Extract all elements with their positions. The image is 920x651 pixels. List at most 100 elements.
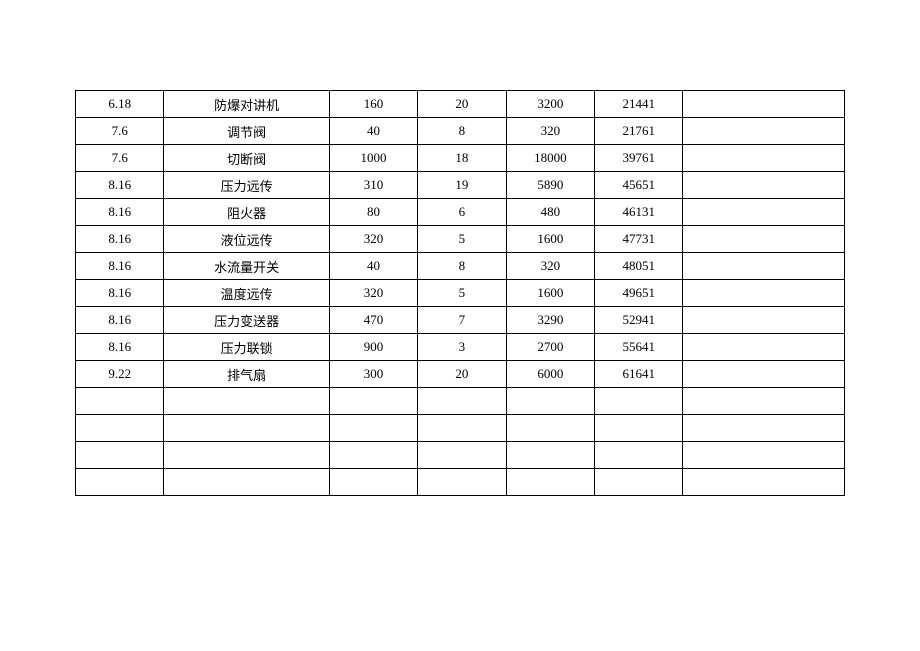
table-cell [683,118,845,145]
table-cell: 40 [329,253,417,280]
table-cell: 1600 [506,226,594,253]
table-cell: 液位远传 [164,226,329,253]
table-cell [683,253,845,280]
table-cell: 5890 [506,172,594,199]
table-cell: 8.16 [76,199,164,226]
table-cell: 20 [418,361,506,388]
table-cell: 5 [418,226,506,253]
table-cell: 3 [418,334,506,361]
table-cell [76,442,164,469]
table-row [76,415,845,442]
table-cell [418,469,506,496]
table-cell [329,415,417,442]
table-cell [595,388,683,415]
table-cell: 320 [506,118,594,145]
table-cell: 19 [418,172,506,199]
table-cell: 48051 [595,253,683,280]
table-cell [164,442,329,469]
table-cell: 7.6 [76,118,164,145]
data-table: 6.18防爆对讲机160203200214417.6调节阀40832021761… [75,90,845,496]
table-cell: 7.6 [76,145,164,172]
table-cell [683,469,845,496]
table-row [76,388,845,415]
table-cell: 21761 [595,118,683,145]
table-cell [164,469,329,496]
table-cell: 3200 [506,91,594,118]
table-cell: 1000 [329,145,417,172]
table-row: 8.16压力远传31019589045651 [76,172,845,199]
table-cell [683,172,845,199]
table-cell [418,388,506,415]
table-cell: 阻火器 [164,199,329,226]
table-cell: 20 [418,91,506,118]
table-cell: 温度远传 [164,280,329,307]
table-cell: 6.18 [76,91,164,118]
table-body: 6.18防爆对讲机160203200214417.6调节阀40832021761… [76,91,845,496]
table-row: 9.22排气扇30020600061641 [76,361,845,388]
table-cell: 61641 [595,361,683,388]
table-cell: 320 [329,226,417,253]
table-cell: 1600 [506,280,594,307]
table-cell [329,469,417,496]
table-cell: 6 [418,199,506,226]
table-cell: 52941 [595,307,683,334]
table-cell [506,442,594,469]
table-cell: 6000 [506,361,594,388]
table-cell [683,307,845,334]
table-cell: 300 [329,361,417,388]
table-cell: 8 [418,118,506,145]
table-cell: 49651 [595,280,683,307]
table-cell: 8.16 [76,280,164,307]
table-cell: 3290 [506,307,594,334]
table-cell [683,388,845,415]
table-cell [683,361,845,388]
table-cell: 切断阀 [164,145,329,172]
table-cell [329,442,417,469]
table-cell [329,388,417,415]
table-cell [595,415,683,442]
table-cell [76,388,164,415]
table-cell: 18000 [506,145,594,172]
table-cell [683,415,845,442]
table-cell [164,415,329,442]
table-cell: 40 [329,118,417,145]
table-cell: 8.16 [76,307,164,334]
table-cell: 压力变送器 [164,307,329,334]
table-cell: 46131 [595,199,683,226]
table-cell [506,388,594,415]
table-cell: 防爆对讲机 [164,91,329,118]
table-cell [683,199,845,226]
table-row: 8.16水流量开关40832048051 [76,253,845,280]
table-cell: 水流量开关 [164,253,329,280]
table-cell: 压力远传 [164,172,329,199]
table-cell [595,442,683,469]
table-row: 8.16温度远传3205160049651 [76,280,845,307]
table-cell: 47731 [595,226,683,253]
table-row: 7.6调节阀40832021761 [76,118,845,145]
table-row: 8.16压力联锁9003270055641 [76,334,845,361]
table-cell: 160 [329,91,417,118]
table-row: 8.16阻火器80648046131 [76,199,845,226]
table-cell: 排气扇 [164,361,329,388]
table-row: 8.16液位远传3205160047731 [76,226,845,253]
table-row [76,442,845,469]
table-row [76,469,845,496]
table-cell: 320 [506,253,594,280]
table-row: 6.18防爆对讲机16020320021441 [76,91,845,118]
table-cell: 8.16 [76,172,164,199]
table-cell: 8.16 [76,334,164,361]
table-cell [418,442,506,469]
table-cell: 320 [329,280,417,307]
table-cell: 8 [418,253,506,280]
table-cell [506,415,594,442]
table-cell: 压力联锁 [164,334,329,361]
table-cell: 80 [329,199,417,226]
table-cell: 8.16 [76,226,164,253]
table-row: 8.16压力变送器4707329052941 [76,307,845,334]
table-cell: 470 [329,307,417,334]
table-cell: 18 [418,145,506,172]
table-cell [418,415,506,442]
table-cell: 9.22 [76,361,164,388]
table-cell [76,415,164,442]
table-cell [506,469,594,496]
